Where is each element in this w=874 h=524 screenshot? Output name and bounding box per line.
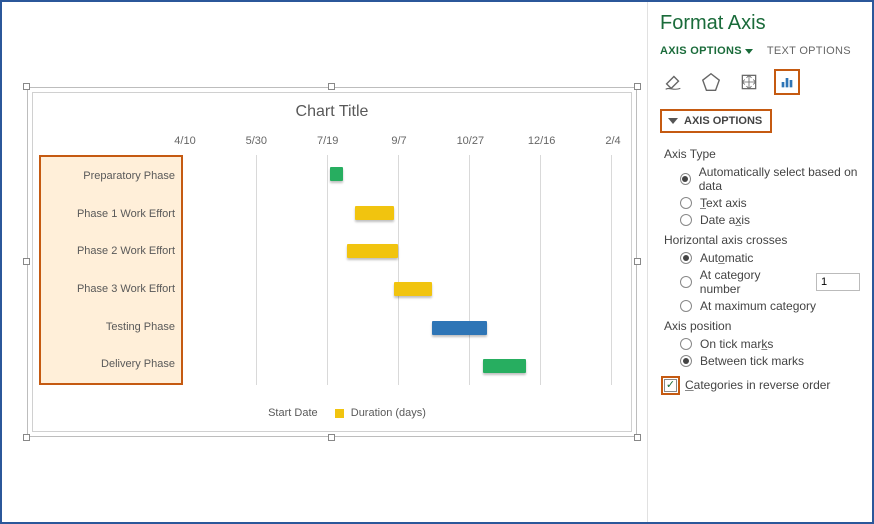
y-category-label: Phase 2 Work Effort	[77, 245, 175, 257]
chart-title[interactable]: Chart Title	[33, 93, 631, 125]
legend-label-startdate: Start Date	[268, 407, 318, 419]
y-category-label: Testing Phase	[106, 321, 175, 333]
tab-axis-options-label: AXIS OPTIONS	[660, 45, 742, 57]
checkbox-reverse-order[interactable]: Categories in reverse order	[664, 378, 860, 392]
radio-axis-auto[interactable]: Automatically select based on data	[680, 165, 860, 193]
y-category-label: Phase 1 Work Effort	[77, 208, 175, 220]
x-axis[interactable]: 4/10 5/30 7/19 9/7 10/27 12/16 2/4	[33, 135, 631, 153]
size-properties-icon[interactable]	[736, 69, 762, 95]
collapse-triangle-icon	[668, 118, 678, 124]
x-tick: 5/30	[246, 135, 267, 147]
legend-swatch-duration	[335, 409, 344, 418]
x-tick: 12/16	[528, 135, 556, 147]
plot-area[interactable]	[185, 155, 611, 385]
radio-cross-at-cat-label: At category number	[700, 268, 802, 296]
cross-at-cat-input[interactable]	[816, 273, 860, 291]
legend-label-duration: Duration (days)	[351, 407, 426, 419]
y-axis-category-labels[interactable]: Preparatory Phase Phase 1 Work Effort Phas…	[39, 155, 183, 385]
chart-object[interactable]: Chart Title 4/10 5/30 7/19 9/7 10/27 12/16 2/4…	[32, 92, 632, 432]
gantt-bar[interactable]	[432, 321, 487, 335]
tab-axis-options[interactable]: AXIS OPTIONS	[660, 45, 753, 57]
radio-cross-at-max-label: At maximum category	[700, 299, 816, 313]
section-axis-options-label: AXIS OPTIONS	[684, 115, 762, 127]
gantt-bar[interactable]	[483, 359, 526, 373]
radio-axis-date[interactable]: Date axis	[680, 213, 860, 227]
radio-cross-at-max[interactable]: At maximum category	[680, 299, 860, 313]
radio-axis-text[interactable]: Text axis	[680, 196, 860, 210]
fill-line-icon[interactable]	[660, 69, 686, 95]
pane-title: Format Axis	[660, 12, 860, 35]
gantt-bar[interactable]	[355, 206, 393, 220]
checkbox-reverse-order-label: Categories in reverse order	[685, 378, 830, 392]
x-tick: 4/10	[174, 135, 195, 147]
chart-legend[interactable]: Start Date Duration (days)	[33, 407, 631, 419]
x-tick: 9/7	[391, 135, 406, 147]
gantt-bar[interactable]	[330, 167, 343, 181]
gantt-bar[interactable]	[394, 282, 432, 296]
x-tick: 7/19	[317, 135, 338, 147]
format-axis-pane: Format Axis AXIS OPTIONS TEXT OPTIONS A	[647, 2, 872, 522]
legend-swatch-startdate	[252, 409, 261, 418]
checkbox-reverse-order-box[interactable]	[664, 379, 677, 392]
y-category-label: Phase 3 Work Effort	[77, 283, 175, 295]
radio-axis-auto-label: Automatically select based on data	[699, 165, 860, 193]
radio-pos-on-label: On tick marks	[700, 337, 773, 351]
radio-pos-on[interactable]: On tick marks	[680, 337, 860, 351]
radio-cross-at-cat[interactable]: At category number	[680, 268, 860, 296]
tab-text-options[interactable]: TEXT OPTIONS	[767, 45, 851, 57]
crosses-label: Horizontal axis crosses	[664, 233, 860, 247]
x-tick: 10/27	[457, 135, 485, 147]
x-tick: 2/4	[605, 135, 620, 147]
y-category-label: Preparatory Phase	[83, 170, 175, 182]
radio-pos-between-label: Between tick marks	[700, 354, 804, 368]
gantt-bar[interactable]	[347, 244, 398, 258]
chart-canvas: Chart Title 4/10 5/30 7/19 9/7 10/27 12/16 2/4…	[2, 2, 647, 522]
radio-cross-auto-label: Automatic	[700, 251, 753, 265]
section-axis-options[interactable]: AXIS OPTIONS	[660, 109, 772, 133]
radio-axis-date-label: Date axis	[700, 213, 750, 227]
axis-type-label: Axis Type	[664, 147, 860, 161]
radio-axis-text-label: Text axis	[700, 196, 747, 210]
radio-pos-between[interactable]: Between tick marks	[680, 354, 860, 368]
radio-cross-auto[interactable]: Automatic	[680, 251, 860, 265]
axis-options-icon[interactable]	[774, 69, 800, 95]
axis-position-label: Axis position	[664, 319, 860, 333]
effects-icon[interactable]	[698, 69, 724, 95]
y-category-label: Delivery Phase	[101, 358, 175, 370]
